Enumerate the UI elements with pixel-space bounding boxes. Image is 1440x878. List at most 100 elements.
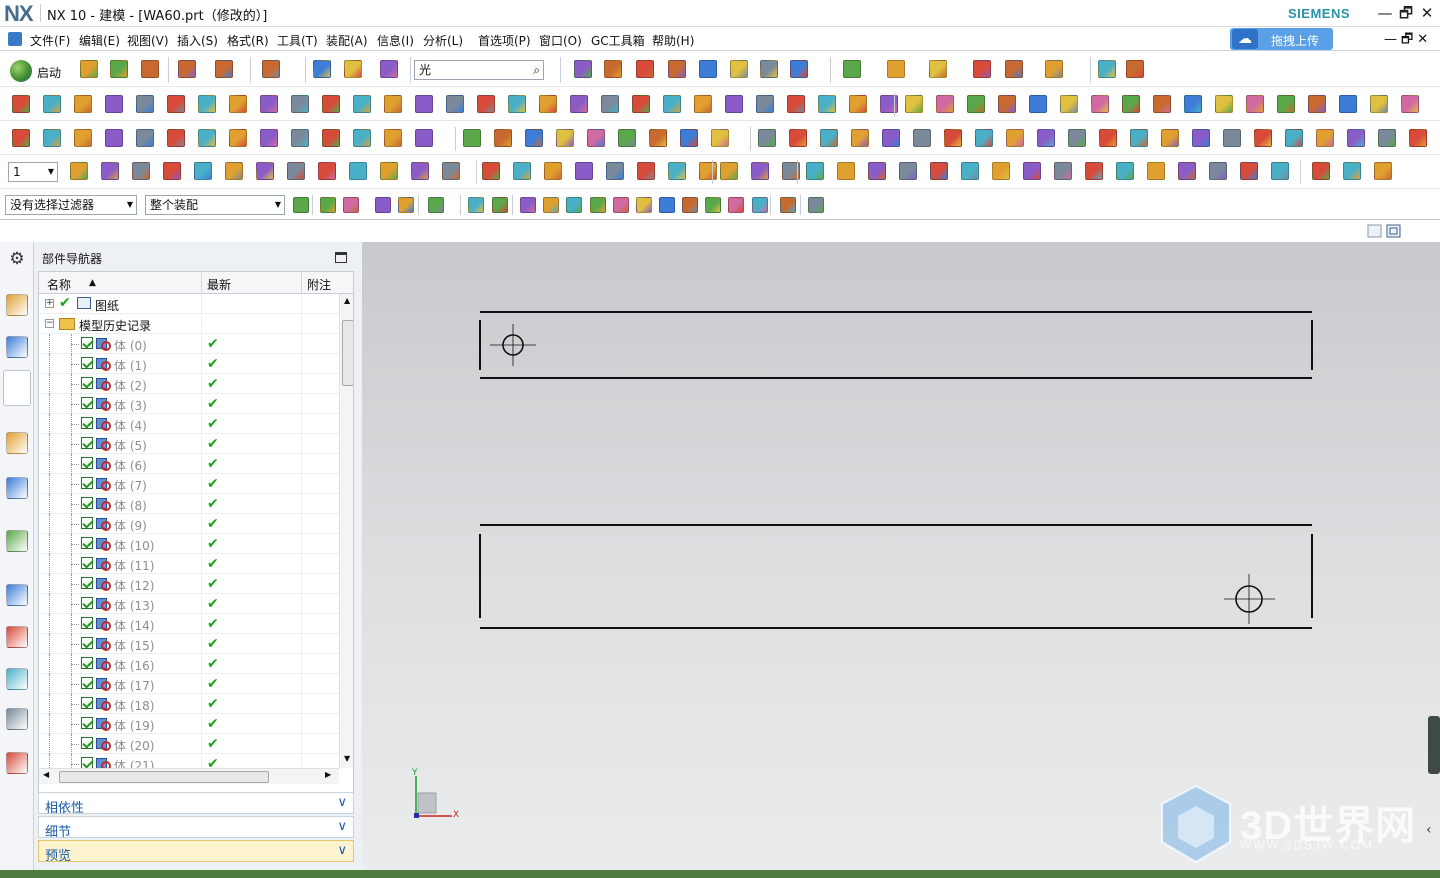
tool-icon[interactable] — [1254, 129, 1272, 147]
tool-icon[interactable] — [225, 162, 243, 180]
tool-icon[interactable] — [110, 60, 128, 78]
tool-icon[interactable] — [539, 95, 557, 113]
column-notes[interactable]: 附注 — [307, 276, 331, 293]
tool-icon[interactable] — [415, 129, 433, 147]
tool-icon[interactable] — [930, 162, 948, 180]
tool-icon[interactable] — [751, 162, 769, 180]
scroll-left-icon[interactable]: ◀ — [43, 770, 49, 779]
vertical-scrollbar[interactable]: ▲ ▼ — [339, 294, 353, 768]
tool-icon[interactable] — [343, 197, 359, 213]
tool-icon[interactable] — [1215, 95, 1233, 113]
tool-icon[interactable] — [74, 95, 92, 113]
visibility-checkbox[interactable] — [81, 597, 93, 609]
tool-icon[interactable] — [482, 162, 500, 180]
tool-icon[interactable] — [975, 129, 993, 147]
tool-icon[interactable] — [1005, 60, 1023, 78]
visibility-checkbox[interactable] — [81, 657, 93, 669]
tool-icon[interactable] — [756, 95, 774, 113]
tool-icon[interactable] — [1401, 95, 1419, 113]
tool-icon[interactable] — [494, 129, 512, 147]
tree-row[interactable]: 体 (17) ✔ — [39, 674, 339, 694]
tool-icon[interactable] — [659, 197, 675, 213]
tree-row[interactable]: 体 (6) ✔ — [39, 454, 339, 474]
tool-icon[interactable] — [880, 95, 898, 113]
tool-icon[interactable] — [1316, 129, 1334, 147]
tool-icon[interactable] — [344, 60, 362, 78]
tool-icon[interactable] — [1116, 162, 1134, 180]
tool-icon[interactable] — [566, 197, 582, 213]
tool-icon[interactable] — [1339, 95, 1357, 113]
tool-icon[interactable] — [570, 95, 588, 113]
tool-icon[interactable] — [380, 60, 398, 78]
tool-icon[interactable] — [1122, 95, 1140, 113]
visibility-checkbox[interactable] — [81, 577, 93, 589]
tool-icon[interactable] — [1161, 129, 1179, 147]
tool-icon[interactable] — [849, 95, 867, 113]
visibility-checkbox[interactable] — [81, 437, 93, 449]
tool-icon[interactable] — [446, 95, 464, 113]
column-divider[interactable] — [301, 272, 302, 294]
menu-item[interactable]: 视图(V) — [127, 32, 169, 49]
tool-icon[interactable] — [682, 197, 698, 213]
selection-filter-select[interactable]: 没有选择过滤器 ▼ — [5, 195, 137, 215]
tool-icon[interactable] — [851, 129, 869, 147]
tool-icon[interactable] — [520, 197, 536, 213]
tool-icon[interactable] — [725, 95, 743, 113]
tree-row[interactable]: 体 (0) ✔ — [39, 334, 339, 354]
visibility-checkbox[interactable] — [81, 397, 93, 409]
tool-icon[interactable] — [1343, 162, 1361, 180]
tool-icon[interactable] — [663, 95, 681, 113]
tool-icon[interactable] — [1378, 129, 1396, 147]
tool-icon[interactable] — [1192, 129, 1210, 147]
tool-icon[interactable] — [730, 60, 748, 78]
column-latest[interactable]: 最新 — [207, 276, 231, 293]
tree-row[interactable]: 体 (7) ✔ — [39, 474, 339, 494]
menu-item[interactable]: 工具(T) — [277, 32, 318, 49]
tool-icon[interactable] — [1147, 162, 1165, 180]
tool-icon[interactable] — [668, 60, 686, 78]
tool-icon[interactable] — [699, 60, 717, 78]
tool-icon[interactable] — [936, 95, 954, 113]
graphics-side-handle[interactable] — [1428, 716, 1440, 774]
tool-icon[interactable] — [1085, 162, 1103, 180]
visibility-checkbox[interactable] — [81, 357, 93, 369]
tree-row[interactable]: 体 (14) ✔ — [39, 614, 339, 634]
app-menu-icon[interactable] — [8, 32, 22, 46]
tool-icon[interactable] — [287, 162, 305, 180]
tool-icon[interactable] — [291, 95, 309, 113]
command-finder-input[interactable]: 光 ⌕ — [414, 60, 544, 80]
tool-icon[interactable] — [293, 197, 309, 213]
tool-icon[interactable] — [322, 95, 340, 113]
tool-icon[interactable] — [929, 60, 947, 78]
tool-icon[interactable] — [74, 129, 92, 147]
menu-item[interactable]: 插入(S) — [177, 32, 218, 49]
tool-icon[interactable] — [525, 129, 543, 147]
tool-icon[interactable] — [1271, 162, 1289, 180]
drag-upload-button[interactable]: ☁ 拖拽上传 — [1230, 28, 1333, 50]
tool-icon[interactable] — [442, 162, 460, 180]
tool-icon[interactable] — [590, 197, 606, 213]
resource-tab-icon[interactable] — [6, 530, 28, 552]
resource-tab-icon[interactable] — [6, 752, 28, 774]
tool-icon[interactable] — [353, 129, 371, 147]
tool-icon[interactable] — [380, 162, 398, 180]
tool-icon[interactable] — [637, 162, 655, 180]
scroll-up-icon[interactable]: ▲ — [344, 296, 350, 305]
tool-icon[interactable] — [468, 197, 484, 213]
tool-icon[interactable] — [136, 95, 154, 113]
visibility-checkbox[interactable] — [81, 557, 93, 569]
tree-row[interactable]: 体 (3) ✔ — [39, 394, 339, 414]
tool-icon[interactable] — [604, 60, 622, 78]
tool-icon[interactable] — [699, 162, 717, 180]
visibility-checkbox[interactable] — [81, 457, 93, 469]
visibility-checkbox[interactable] — [81, 537, 93, 549]
tool-icon[interactable] — [136, 129, 154, 147]
tree-row[interactable]: 体 (12) ✔ — [39, 574, 339, 594]
tree-row[interactable]: 体 (4) ✔ — [39, 414, 339, 434]
tool-icon[interactable] — [694, 95, 712, 113]
maximize-panel-icon[interactable] — [335, 252, 347, 263]
tool-icon[interactable] — [905, 95, 923, 113]
scroll-thumb[interactable] — [59, 771, 269, 783]
tool-icon[interactable] — [101, 162, 119, 180]
resource-tab-icon[interactable] — [6, 584, 28, 606]
